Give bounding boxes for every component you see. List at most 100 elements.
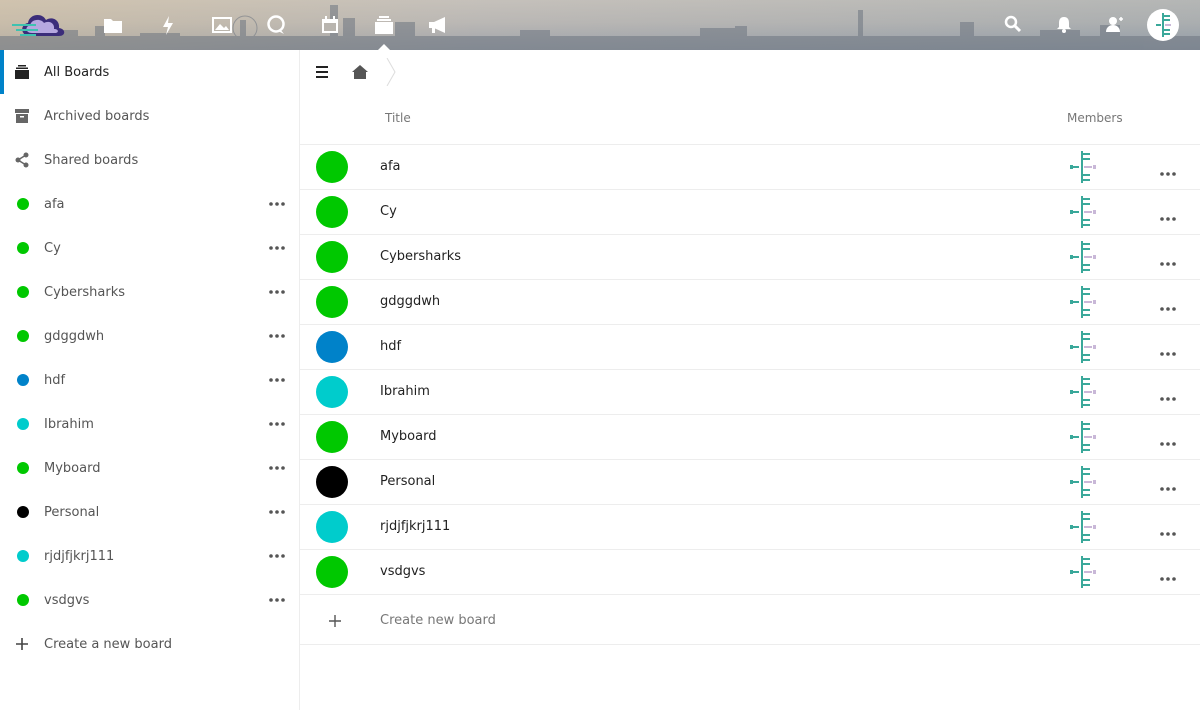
more-options-icon[interactable]: [269, 466, 285, 470]
table-row[interactable]: Myboard: [300, 414, 1200, 459]
board-color-bullet: [17, 594, 29, 606]
nextcloud-logo-icon[interactable]: [12, 8, 70, 42]
sidebar-item-board[interactable]: Myboard: [0, 446, 299, 490]
member-avatar-icon[interactable]: [1068, 330, 1100, 364]
board-color-bullet: [17, 506, 29, 518]
board-color-bullet: [17, 550, 29, 562]
sidebar-item-board[interactable]: Ibrahim: [0, 402, 299, 446]
table-row[interactable]: Personal: [300, 459, 1200, 504]
sidebar-item-board[interactable]: vsdgvs: [0, 578, 299, 622]
more-options-icon[interactable]: [1160, 255, 1176, 266]
more-options-icon[interactable]: [1160, 165, 1176, 176]
board-color-circle: [316, 331, 348, 363]
table-row[interactable]: gdggdwh: [300, 279, 1200, 324]
create-board-button[interactable]: Create a new board: [0, 622, 299, 666]
sidebar-item-label: Create a new board: [44, 636, 172, 652]
create-new-board-row[interactable]: Create new board: [300, 594, 1200, 645]
more-options-icon[interactable]: [1160, 435, 1176, 446]
sidebar-item-label: Ibrahim: [44, 416, 94, 432]
table-row[interactable]: Cy: [300, 189, 1200, 234]
search-icon[interactable]: [1003, 14, 1023, 34]
sidebar-item-label: Cybersharks: [44, 284, 125, 300]
create-new-board-label: Create new board: [380, 613, 496, 628]
more-options-icon[interactable]: [269, 422, 285, 426]
sidebar-item-board[interactable]: gdggdwh: [0, 314, 299, 358]
sidebar-item-board[interactable]: hdf: [0, 358, 299, 402]
sidebar-item-board[interactable]: Personal: [0, 490, 299, 534]
home-icon[interactable]: [351, 64, 369, 80]
member-avatar-icon[interactable]: [1068, 195, 1100, 229]
board-title[interactable]: vsdgvs: [380, 564, 425, 579]
more-options-icon[interactable]: [1160, 525, 1176, 536]
talk-icon[interactable]: [265, 14, 287, 36]
more-options-icon[interactable]: [269, 510, 285, 514]
top-header: [0, 0, 1200, 50]
board-title[interactable]: Cybersharks: [380, 249, 461, 264]
calendar-icon[interactable]: [319, 14, 341, 36]
member-avatar-icon[interactable]: [1068, 555, 1100, 589]
board-color-circle: [316, 511, 348, 543]
sidebar-item-board[interactable]: rjdjfjkrj111: [0, 534, 299, 578]
notifications-icon[interactable]: [1054, 14, 1074, 34]
sidebar-item-board[interactable]: Cy: [0, 226, 299, 270]
board-color-bullet: [17, 198, 29, 210]
deck-icon[interactable]: [373, 14, 395, 50]
table-row[interactable]: afa: [300, 144, 1200, 189]
sidebar-item-archived[interactable]: Archived boards: [0, 94, 299, 138]
announcements-icon[interactable]: [427, 14, 449, 36]
sidebar-item-board[interactable]: afa: [0, 182, 299, 226]
more-options-icon[interactable]: [269, 334, 285, 338]
more-options-icon[interactable]: [1160, 345, 1176, 356]
more-options-icon[interactable]: [269, 202, 285, 206]
board-color-bullet: [17, 242, 29, 254]
more-options-icon[interactable]: [1160, 210, 1176, 221]
user-avatar[interactable]: [1147, 9, 1179, 41]
table-row[interactable]: Ibrahim: [300, 369, 1200, 414]
member-avatar-icon[interactable]: [1068, 375, 1100, 409]
sidebar-item-shared[interactable]: Shared boards: [0, 138, 299, 182]
activity-icon[interactable]: [157, 14, 179, 36]
gallery-icon[interactable]: [211, 14, 233, 36]
board-title[interactable]: gdggdwh: [380, 294, 440, 309]
more-options-icon[interactable]: [1160, 480, 1176, 491]
table-row[interactable]: rjdjfjkrj111: [300, 504, 1200, 549]
board-title[interactable]: Myboard: [380, 429, 436, 444]
files-icon[interactable]: [102, 14, 124, 36]
more-options-icon[interactable]: [1160, 390, 1176, 401]
more-options-icon[interactable]: [269, 378, 285, 382]
board-color-circle: [316, 286, 348, 318]
more-options-icon[interactable]: [269, 246, 285, 250]
sidebar-item-board[interactable]: Cybersharks: [0, 270, 299, 314]
more-options-icon[interactable]: [1160, 300, 1176, 311]
board-title[interactable]: Ibrahim: [380, 384, 430, 399]
board-title[interactable]: afa: [380, 159, 401, 174]
more-options-icon[interactable]: [1160, 570, 1176, 581]
contacts-icon[interactable]: [1104, 14, 1124, 34]
sidebar-item-label: gdggdwh: [44, 328, 105, 344]
more-options-icon[interactable]: [269, 554, 285, 558]
table-row[interactable]: hdf: [300, 324, 1200, 369]
board-title[interactable]: Cy: [380, 204, 397, 219]
board-title[interactable]: Personal: [380, 474, 435, 489]
menu-toggle-icon[interactable]: [314, 65, 330, 79]
board-color-circle: [316, 466, 348, 498]
member-avatar-icon[interactable]: [1068, 150, 1100, 184]
member-avatar-icon[interactable]: [1068, 285, 1100, 319]
table-row[interactable]: vsdgvs: [300, 549, 1200, 594]
sidebar-item-all-boards[interactable]: All Boards: [0, 50, 299, 94]
member-avatar-icon[interactable]: [1068, 510, 1100, 544]
more-options-icon[interactable]: [269, 598, 285, 602]
table-row[interactable]: Cybersharks: [300, 234, 1200, 279]
sidebar-item-label: Personal: [44, 504, 100, 520]
member-avatar-icon[interactable]: [1068, 465, 1100, 499]
column-header-title[interactable]: Title: [385, 111, 411, 125]
more-options-icon[interactable]: [269, 290, 285, 294]
board-title[interactable]: rjdjfjkrj111: [380, 519, 450, 534]
board-title[interactable]: hdf: [380, 339, 401, 354]
plus-icon: [14, 636, 30, 652]
sidebar-item-label: All Boards: [44, 64, 110, 80]
member-avatar-icon[interactable]: [1068, 420, 1100, 454]
member-avatar-icon[interactable]: [1068, 240, 1100, 274]
sidebar-item-label: Cy: [44, 240, 61, 256]
sidebar-item-label: vsdgvs: [44, 592, 90, 608]
